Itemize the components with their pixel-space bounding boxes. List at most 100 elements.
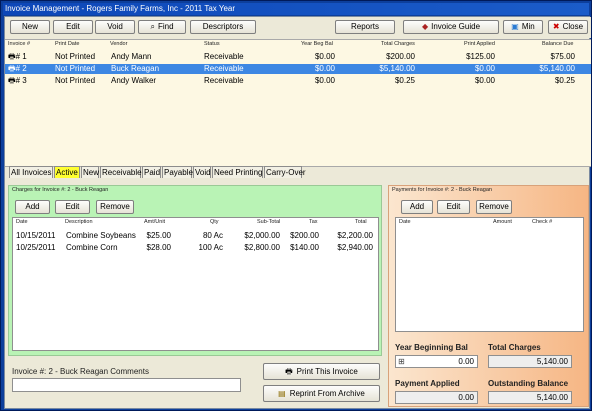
vendor: Andy Walker bbox=[111, 76, 157, 85]
minimize-icon: ▣ bbox=[511, 22, 519, 31]
remove-charge-button[interactable]: Remove bbox=[96, 200, 134, 214]
col-balance-due: Balance Due bbox=[542, 41, 574, 47]
status: Receivable bbox=[204, 76, 244, 85]
payment-applied-field: 0.00 bbox=[395, 391, 478, 404]
reprint-archive-button[interactable]: ▤ Reprint From Archive bbox=[263, 385, 380, 402]
total-charges-label: Total Charges bbox=[488, 343, 541, 352]
guide-icon: ◆ bbox=[421, 22, 429, 31]
payment-applied-label: Payment Applied bbox=[395, 379, 460, 388]
close-icon: ✖ bbox=[552, 22, 560, 31]
charge-subtotal: $2,000.00 bbox=[244, 231, 280, 240]
balance-due: $5,140.00 bbox=[539, 64, 575, 73]
col-total-charges: Total Charges bbox=[381, 41, 415, 47]
invoice-number: 🖶# 1 bbox=[8, 52, 27, 61]
print-applied: $0.00 bbox=[474, 76, 495, 85]
charge-row[interactable]: 10/25/2011 Combine Corn $28.00 100 Ac $2… bbox=[13, 243, 378, 253]
reports-button[interactable]: Reports bbox=[335, 20, 395, 34]
charge-amt-unit: $28.00 bbox=[146, 243, 171, 252]
total-charges: $0.25 bbox=[394, 76, 415, 85]
invoice-guide-button[interactable]: ◆ Invoice Guide bbox=[403, 20, 499, 34]
year-beg-bal: $0.00 bbox=[314, 64, 335, 73]
find-button[interactable]: ⌕ Find bbox=[138, 20, 186, 34]
client-area: New Edit Void ⌕ Find Descriptors Reports … bbox=[4, 16, 591, 409]
balance-due: $75.00 bbox=[550, 52, 575, 61]
col-description: Description bbox=[65, 219, 93, 225]
remove-payment-button[interactable]: Remove bbox=[476, 200, 512, 214]
tab-all-invoices[interactable]: All Invoices bbox=[9, 166, 53, 178]
total-charges-field: 5,140.00 bbox=[488, 355, 572, 368]
year-beg-bal: $0.00 bbox=[314, 76, 335, 85]
void-button[interactable]: Void bbox=[95, 20, 135, 34]
print-invoice-button[interactable]: 🖶 Print This Invoice bbox=[263, 363, 380, 380]
outstanding-balance-label: Outstanding Balance bbox=[488, 379, 569, 388]
charge-description: Combine Corn bbox=[66, 243, 118, 252]
print-date: Not Printed bbox=[55, 52, 96, 61]
search-icon: ⌕ bbox=[150, 22, 155, 31]
app-window: Invoice Management - Rogers Family Farms… bbox=[0, 0, 592, 411]
tab-paid[interactable]: Paid bbox=[142, 166, 161, 178]
col-invoice: Invoice # bbox=[8, 41, 31, 47]
col-amt-unit: Amt/Unit bbox=[144, 219, 166, 225]
col-check: Check # bbox=[532, 219, 553, 225]
invoice-row-selected[interactable]: 🖶# 2 Not Printed Buck Reagan Receivable … bbox=[5, 64, 591, 74]
year-beg-bal: $0.00 bbox=[314, 52, 335, 61]
charge-qty: 80 Ac bbox=[202, 231, 223, 240]
charge-tax: $200.00 bbox=[290, 231, 319, 240]
status: Receivable bbox=[204, 64, 244, 73]
tab-need-printing[interactable]: Need Printing bbox=[212, 166, 263, 178]
tab-carry-over[interactable]: Carry-Over bbox=[264, 166, 306, 178]
tab-payable[interactable]: Payable bbox=[162, 166, 193, 178]
new-button[interactable]: New bbox=[10, 20, 50, 34]
charges-title: Charges for Invoice #: 2 - Buck Reagan bbox=[12, 187, 109, 193]
calculator-icon: ⊞ bbox=[398, 357, 405, 366]
edit-button[interactable]: Edit bbox=[53, 20, 93, 34]
comments-label: Invoice #: 2 - Buck Reagan Comments bbox=[12, 367, 149, 376]
invoice-row[interactable]: 🖶# 3 Not Printed Andy Walker Receivable … bbox=[5, 76, 591, 86]
toolbar: New Edit Void ⌕ Find Descriptors Reports … bbox=[5, 17, 591, 38]
charges-table: Date Description Amt/Unit Qty Sub-Total … bbox=[12, 217, 379, 351]
invoice-number: 🖶# 3 bbox=[8, 76, 27, 85]
charges-panel: Charges for Invoice #: 2 - Buck Reagan A… bbox=[8, 185, 382, 356]
payments-table: Date Amount Check # bbox=[395, 217, 584, 332]
descriptors-button[interactable]: Descriptors bbox=[190, 20, 256, 34]
comments-input[interactable] bbox=[12, 378, 241, 392]
window-title: Invoice Management - Rogers Family Farms… bbox=[3, 3, 589, 15]
close-button[interactable]: ✖ Close bbox=[548, 20, 588, 34]
tab-receivable[interactable]: Receivable bbox=[100, 166, 142, 178]
minimize-button[interactable]: ▣ Min bbox=[503, 20, 543, 34]
status: Receivable bbox=[204, 52, 244, 61]
invoice-grid: Invoice # Print Date Vendor Status Year … bbox=[5, 39, 591, 167]
col-tax: Tax bbox=[309, 219, 318, 225]
col-total: Total bbox=[355, 219, 367, 225]
charge-date: 10/25/2011 bbox=[16, 243, 56, 252]
year-beginning-bal-field[interactable]: ⊞ 0.00 bbox=[395, 355, 478, 368]
col-print-applied: Print Applied bbox=[464, 41, 495, 47]
printer-icon: 🖶 bbox=[8, 64, 16, 73]
tab-active[interactable]: Active bbox=[54, 166, 80, 178]
charge-row[interactable]: 10/15/2011 Combine Soybeans $25.00 80 Ac… bbox=[13, 231, 378, 241]
invoice-number: 🖶# 2 bbox=[8, 64, 27, 73]
printer-icon: 🖶 bbox=[8, 76, 16, 85]
charge-tax: $140.00 bbox=[290, 243, 319, 252]
tab-void[interactable]: Void bbox=[193, 166, 211, 178]
tab-new[interactable]: New bbox=[81, 166, 99, 178]
payments-panel: Payments for Invoice #: 2 - Buck Reagan … bbox=[388, 185, 589, 407]
col-subtotal: Sub-Total bbox=[257, 219, 281, 225]
charge-total: $2,940.00 bbox=[337, 243, 373, 252]
total-charges: $5,140.00 bbox=[379, 64, 415, 73]
col-date: Date bbox=[16, 219, 28, 225]
add-payment-button[interactable]: Add bbox=[401, 200, 433, 214]
col-print-date: Print Date bbox=[55, 41, 80, 47]
charge-subtotal: $2,800.00 bbox=[244, 243, 280, 252]
edit-charge-button[interactable]: Edit bbox=[55, 200, 90, 214]
col-vendor: Vendor bbox=[110, 41, 128, 47]
print-applied: $125.00 bbox=[466, 52, 495, 61]
invoice-row[interactable]: 🖶# 1 Not Printed Andy Mann Receivable $0… bbox=[5, 52, 591, 62]
vendor: Andy Mann bbox=[111, 52, 152, 61]
add-charge-button[interactable]: Add bbox=[15, 200, 50, 214]
charge-qty: 100 Ac bbox=[198, 243, 223, 252]
charge-amt-unit: $25.00 bbox=[146, 231, 171, 240]
print-date: Not Printed bbox=[55, 76, 96, 85]
col-amount: Amount bbox=[493, 219, 512, 225]
edit-payment-button[interactable]: Edit bbox=[437, 200, 470, 214]
